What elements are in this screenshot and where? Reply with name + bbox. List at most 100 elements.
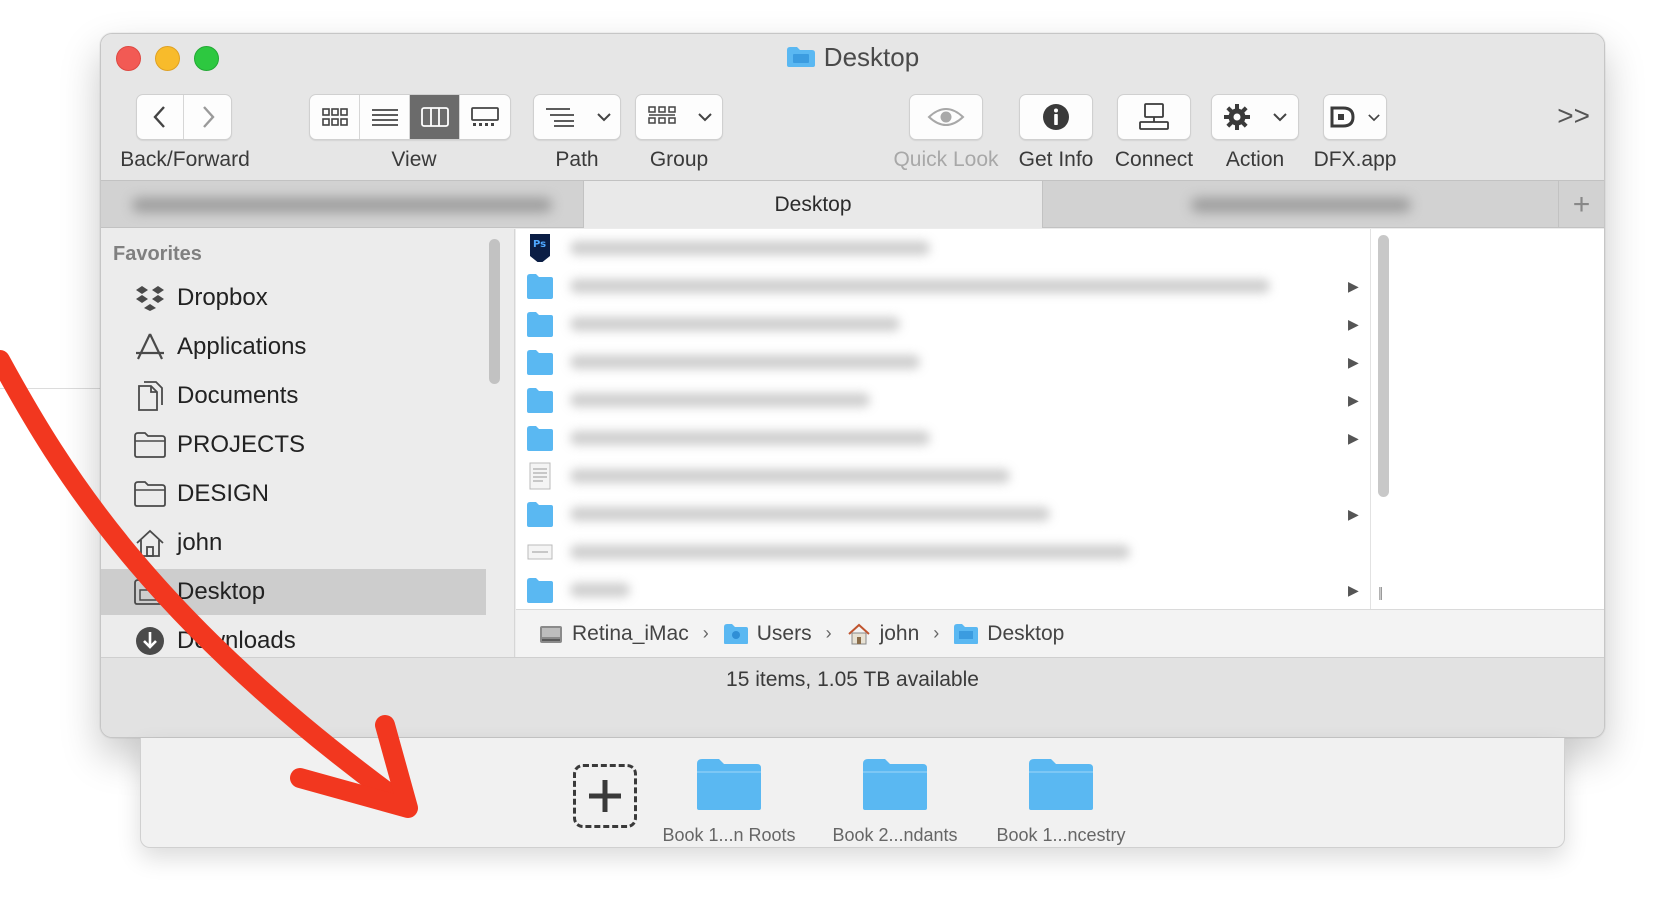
- dfx-app-icon: [1330, 106, 1355, 128]
- path-separator: ›: [825, 623, 832, 643]
- sidebar-item-label: Dropbox: [177, 284, 268, 311]
- sidebar-item-documents[interactable]: Documents: [101, 373, 486, 419]
- list-item[interactable]: ▶: [526, 381, 1359, 419]
- folder-icon: [527, 388, 553, 413]
- group-button[interactable]: [635, 94, 723, 140]
- path-item-label: Desktop: [987, 621, 1065, 645]
- disclosure-arrow-icon[interactable]: ▶: [1348, 316, 1359, 333]
- sidebar-item-john[interactable]: john: [101, 520, 486, 566]
- disclosure-arrow-icon[interactable]: ▶: [1348, 354, 1359, 371]
- sidebar-heading: Favorites: [113, 243, 202, 265]
- list-item[interactable]: [526, 457, 1356, 495]
- back-button[interactable]: [137, 95, 185, 139]
- finder-window: Desktop Back/Forward View Path Group Qui…: [100, 33, 1605, 738]
- column-divider: [1370, 229, 1371, 609]
- file-list-scrollbar[interactable]: [1378, 235, 1389, 497]
- list-item[interactable]: ▶: [526, 571, 1359, 609]
- path-item-retina-imac[interactable]: Retina_iMac: [538, 622, 689, 646]
- tab-desktop[interactable]: Desktop: [583, 181, 1043, 228]
- list-item[interactable]: [526, 533, 1356, 571]
- path-item-john[interactable]: john: [846, 621, 920, 646]
- shelf-item-label: Book 1...ncestry: [996, 825, 1126, 845]
- sidebar-item-label: DESIGN: [177, 480, 270, 507]
- folder-icon: [527, 350, 553, 375]
- folder-icon: [697, 759, 761, 810]
- connect-button[interactable]: [1117, 94, 1191, 140]
- back-forward-label: Back/Forward: [120, 148, 250, 171]
- folder-icon: [527, 274, 553, 299]
- list-item[interactable]: ▶: [526, 419, 1359, 457]
- sidebar-item-label: Documents: [177, 382, 299, 409]
- chevron-right-icon: [202, 106, 215, 128]
- sidebar-item-downloads[interactable]: Downloads: [101, 618, 486, 659]
- photoshop-file-icon: Ps: [530, 234, 550, 262]
- column-view-button[interactable]: [410, 95, 460, 139]
- status-bar: 15 items, 1.05 TB available: [101, 657, 1604, 737]
- tab-blurred-right[interactable]: [1043, 181, 1559, 228]
- window-title-text: Desktop: [823, 42, 920, 72]
- back-forward-control: [136, 94, 232, 140]
- home-icon: [846, 623, 872, 645]
- path-item-users[interactable]: Users: [723, 622, 812, 646]
- disclosure-arrow-icon[interactable]: ▶: [1348, 278, 1359, 295]
- shelf-folder-item[interactable]: Book 1...ncestry: [986, 756, 1136, 846]
- sidebar-item-applications[interactable]: Applications: [101, 324, 486, 370]
- documents-icon: [133, 380, 167, 412]
- icon-view-button[interactable]: [310, 95, 360, 139]
- path-button[interactable]: [533, 94, 621, 140]
- dfx-app-label: DFX.app: [1313, 148, 1397, 171]
- blurred-filename: [570, 545, 1130, 559]
- forward-button[interactable]: [184, 95, 231, 139]
- path-item-desktop[interactable]: Desktop: [953, 622, 1064, 646]
- folder-icon: [527, 578, 553, 603]
- shelf-folder-item[interactable]: Book 1...n Roots: [654, 756, 804, 846]
- list-item[interactable]: ▶: [526, 305, 1359, 343]
- disclosure-arrow-icon[interactable]: ▶: [1348, 506, 1359, 523]
- new-tab-button[interactable]: +: [1558, 181, 1604, 228]
- get-info-button[interactable]: [1019, 94, 1093, 140]
- chevron-down-icon: [697, 113, 712, 122]
- add-destination-button[interactable]: [573, 764, 637, 828]
- disclosure-arrow-icon[interactable]: ▶: [1348, 582, 1359, 599]
- folder-icon: [786, 47, 815, 67]
- list-item[interactable]: ▶: [526, 343, 1359, 381]
- dfx-app-button[interactable]: [1323, 94, 1387, 140]
- column-resize-handle[interactable]: ||: [1378, 584, 1383, 600]
- gallery-view-button[interactable]: [460, 95, 510, 139]
- folder-icon: [1029, 759, 1093, 810]
- sidebar-item-projects[interactable]: PROJECTS: [101, 422, 486, 468]
- group-label: Group: [649, 148, 709, 171]
- action-label: Action: [1225, 148, 1285, 171]
- toolbar-overflow-button[interactable]: >>: [1557, 100, 1590, 132]
- list-item[interactable]: ▶: [526, 267, 1359, 305]
- sidebar-item-design[interactable]: DESIGN: [101, 471, 486, 517]
- eye-icon: [927, 108, 965, 126]
- list-item[interactable]: Ps: [526, 229, 1356, 267]
- sidebar-item-dropbox[interactable]: Dropbox: [101, 275, 486, 321]
- quick-look-button[interactable]: [909, 94, 983, 140]
- list-item[interactable]: ▶: [526, 495, 1359, 533]
- disclosure-arrow-icon[interactable]: ▶: [1348, 430, 1359, 447]
- shelf-item-label: Book 2...ndants: [832, 825, 958, 845]
- quick-look-label: Quick Look: [893, 148, 999, 171]
- sidebar-item-label: Downloads: [177, 627, 296, 654]
- shelf-folder-item[interactable]: Book 2...ndants: [820, 756, 970, 846]
- window-title: Desktop: [101, 42, 1604, 73]
- sidebar-item-desktop[interactable]: Desktop: [101, 569, 486, 615]
- network-computer-icon: [1139, 103, 1169, 130]
- sidebar-item-label: Desktop: [177, 578, 266, 605]
- folder-icon: [953, 623, 979, 645]
- tab-blurred-left[interactable]: [101, 181, 583, 228]
- sidebar-item-label: PROJECTS: [177, 431, 306, 458]
- list-view-button[interactable]: [360, 95, 410, 139]
- sidebar-scrollbar[interactable]: [489, 239, 500, 384]
- action-button[interactable]: [1211, 94, 1299, 140]
- path-item-label: Retina_iMac: [572, 621, 689, 645]
- path-separator: ›: [702, 623, 709, 643]
- document-icon: [529, 462, 551, 490]
- svg-text:Ps: Ps: [533, 239, 546, 250]
- info-icon: [1043, 104, 1069, 130]
- path-item-label: john: [879, 621, 920, 645]
- title-bar: Desktop Back/Forward View Path Group Qui…: [101, 34, 1604, 191]
- disclosure-arrow-icon[interactable]: ▶: [1348, 392, 1359, 409]
